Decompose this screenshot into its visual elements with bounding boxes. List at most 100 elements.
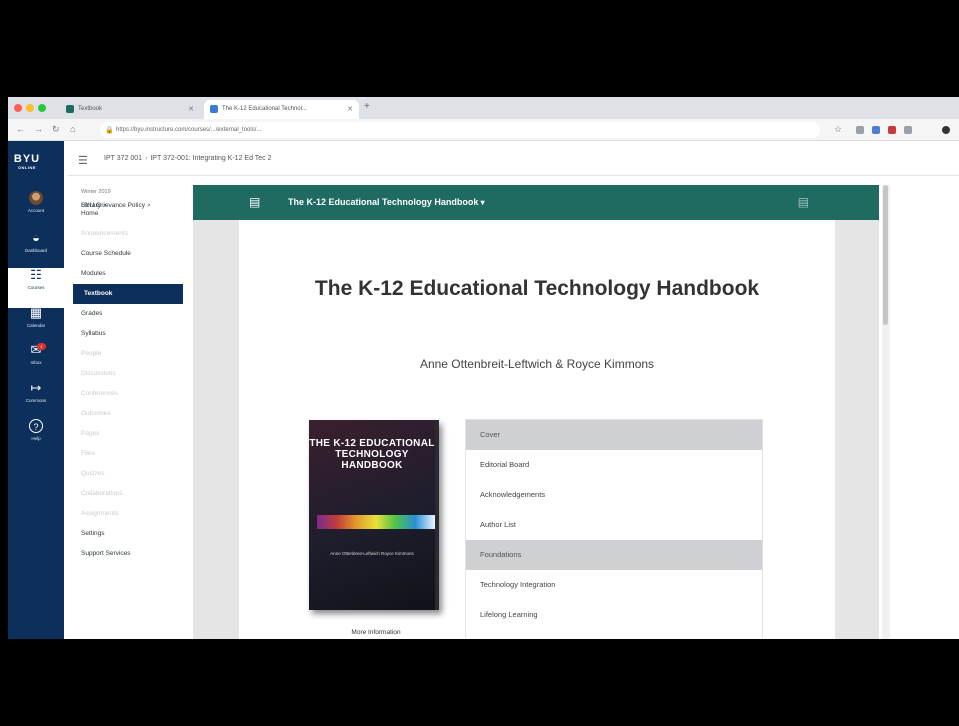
menu-icon[interactable]: ▤ [798,195,809,209]
nav-label: Inbox [30,360,42,365]
dashboard-icon: ◒ [32,230,40,245]
scrollbar-thumb[interactable] [883,185,888,325]
toc-part-heading[interactable]: Foundations [466,540,762,570]
url-field[interactable]: 🔒 https://byu.instructure.com/courses/..… [100,122,820,138]
pressbooks-header: ▤ The K-12 Educational Technology Handbo… [193,185,879,220]
avatar [29,191,43,205]
logo-text: BYU [13,153,41,165]
bookmark-star-icon[interactable]: ☆ [834,124,842,135]
toc-item[interactable]: Technology Integration [466,570,762,600]
toc-part-heading[interactable]: Cover [466,420,762,450]
logo-subtext: ONLINE [17,165,37,170]
course-nav-item[interactable]: Announcements [73,224,183,244]
close-tab-icon[interactable]: ✕ [188,105,194,113]
courses-icon: ☷ [30,267,42,282]
course-nav-item[interactable]: Grades [73,304,183,324]
global-nav-calendar[interactable]: ▦ Calendar [8,306,64,346]
extension-icon[interactable] [856,126,864,134]
toc-item[interactable]: Acknowledgements [466,480,762,510]
breadcrumb-page: IPT 372-001: Integrating K-12 Ed Tec 2 [150,155,272,162]
extension-icon[interactable] [888,126,896,134]
scrollbar[interactable] [882,185,890,639]
course-nav-item[interactable]: Syllabus [73,324,183,344]
global-nav: BYU ONLINE Account ◒ Dashboard ☷ Courses… [8,141,64,639]
course-nav-item[interactable]: Conferences [73,384,183,404]
table-of-contents: Cover Editorial Board Acknowledgements Auth… [465,419,763,639]
toc-item[interactable] [466,630,762,639]
back-icon[interactable]: ← [16,124,25,134]
nav-label: Calendar [26,323,46,328]
calendar-icon: ▦ [29,305,43,320]
course-nav-item[interactable]: Files [73,444,183,464]
tab-label: The K-12 Educational Technol... [222,106,307,112]
pressbooks-tab-icon [210,105,218,113]
page-title: The K-12 Educational Technology Handbook [314,277,760,300]
course-nav-item[interactable]: Support Services [73,544,183,564]
cover-title: THE K-12 EDUCATIONAL TECHNOLOGY HANDBOOK [309,438,435,471]
toc-item[interactable]: Editorial Board [466,450,762,480]
breadcrumb-text: IPT 372 001 › IPT 372-001: Integrating K-1… [104,155,272,162]
course-nav-item[interactable]: Assignments [73,504,183,524]
course-nav-item[interactable]: People [73,344,183,364]
close-tab-icon[interactable]: ✕ [347,105,353,113]
global-nav-dashboard[interactable]: ◒ Dashboard [8,231,64,271]
course-nav-item[interactable]: Collaborations [73,484,183,504]
extension-icon[interactable] [904,126,912,134]
course-term: Winter 2019 [81,189,111,195]
course-nav-item[interactable]: Settings [73,524,183,544]
minimize-window-button[interactable] [26,104,34,112]
toc-item[interactable]: Author List [466,510,762,540]
nav-label: Help [31,436,41,441]
tab-bar: Textbook ✕ The K-12 Educational Technol.… [8,97,959,119]
course-nav-item[interactable]: Textbook [73,284,183,304]
maximize-window-button[interactable] [38,104,46,112]
book-icon: ▤ [249,195,261,209]
tab-handbook[interactable]: The K-12 Educational Technol... ✕ [204,100,359,119]
byu-logo[interactable]: BYU ONLINE [12,153,42,170]
commons-icon: ↦ [30,380,42,395]
course-nav-item[interactable]: BYU Grievance Policy [73,196,145,216]
book-authors: Anne Ottenbreit-Leftwich & Royce Kimmons [419,357,655,371]
nav-label: Commons [25,398,47,403]
global-nav-inbox[interactable]: ✉ 1 Inbox [8,343,64,383]
course-nav: Winter 2019 Home Announcements Course Sche… [73,189,183,639]
book-title-dropdown[interactable]: The K-12 Educational Technology Handbook [288,197,485,207]
profile-icon[interactable] [942,126,950,134]
global-nav-commons[interactable]: ↦ Commons [8,381,64,421]
home-icon[interactable]: ⌂ [70,124,75,134]
breadcrumb: ☰ IPT 372 001 › IPT 372-001: Integrating K… [68,141,959,176]
global-nav-account[interactable]: Account [8,191,64,231]
course-nav-item[interactable]: Pages [73,424,183,444]
textbook-tab-icon [66,105,74,113]
nav-label: Account [27,208,45,213]
help-icon: ? [29,419,43,433]
global-nav-courses[interactable]: ☷ Courses [8,268,64,308]
new-tab-button[interactable]: + [364,101,370,112]
canvas-page: BYU ONLINE Account ◒ Dashboard ☷ Courses… [8,141,959,639]
cover-authors: Anne Ottenbreit-Leftwich Royce Kimmons [330,551,414,556]
breadcrumb-separator: › [145,155,148,162]
book-content: The K-12 Educational Technology Handbook… [239,220,835,639]
forward-icon[interactable]: → [34,124,43,134]
cover-spectrum [317,515,435,529]
book-cover[interactable]: THE K-12 EDUCATIONAL TECHNOLOGY HANDBOOK… [309,420,439,610]
breadcrumb-course[interactable]: IPT 372 001 [104,155,142,162]
tab-textbook[interactable]: Textbook ✕ [60,100,200,119]
course-nav-item[interactable]: Course Schedule [73,244,183,264]
toc-item[interactable]: Lifelong Learning [466,600,762,630]
address-bar-row: ← → ↻ ⌂ 🔒 https://byu.instructure.com/co… [8,119,959,141]
course-nav-item[interactable]: Discussions [73,364,183,384]
reload-icon[interactable]: ↻ [52,124,60,135]
url-text: https://byu.instructure.com/courses/.../… [116,127,262,133]
close-window-button[interactable] [14,104,22,112]
more-information-link[interactable]: More Information [309,629,443,636]
hamburger-menu-icon[interactable]: ☰ [78,154,88,167]
course-nav-list: Home Announcements Course Schedule Modules T… [73,202,183,564]
lock-icon: 🔒 [105,127,114,134]
global-nav-help[interactable]: ? Help [8,419,64,459]
course-nav-item[interactable]: Outcomes [73,404,183,424]
course-nav-item[interactable]: Quizzes [73,464,183,484]
extension-icon[interactable] [872,126,880,134]
course-nav-item[interactable]: Modules [73,264,183,284]
nav-label: Courses [27,285,45,290]
